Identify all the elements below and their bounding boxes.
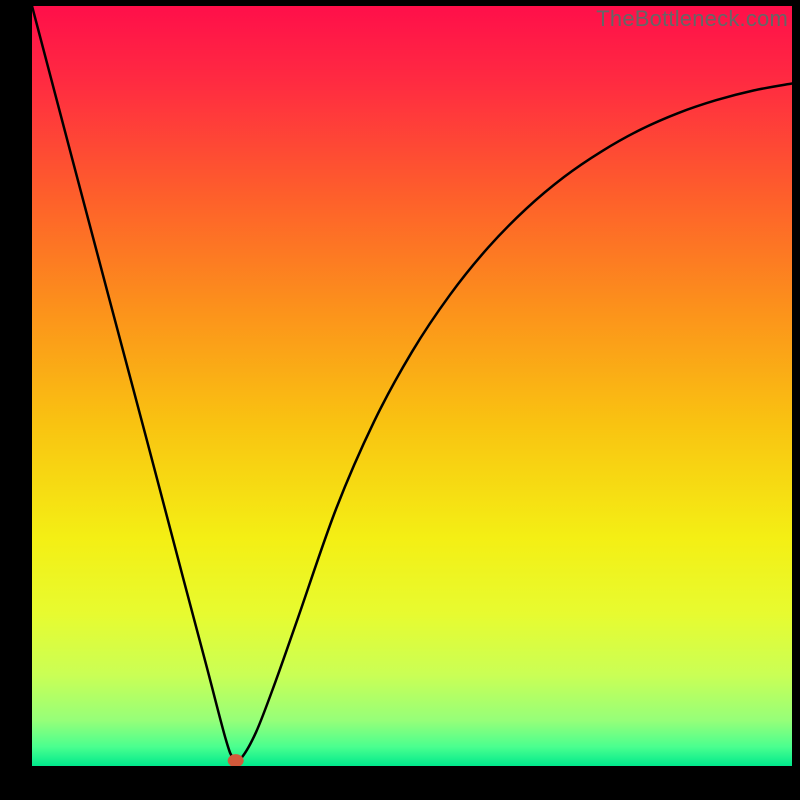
chart-frame: TheBottleneck.com bbox=[0, 0, 800, 800]
watermark-text: TheBottleneck.com bbox=[596, 6, 788, 32]
gradient-background bbox=[32, 6, 792, 766]
chart-svg bbox=[32, 6, 792, 766]
plot-area bbox=[32, 6, 792, 766]
